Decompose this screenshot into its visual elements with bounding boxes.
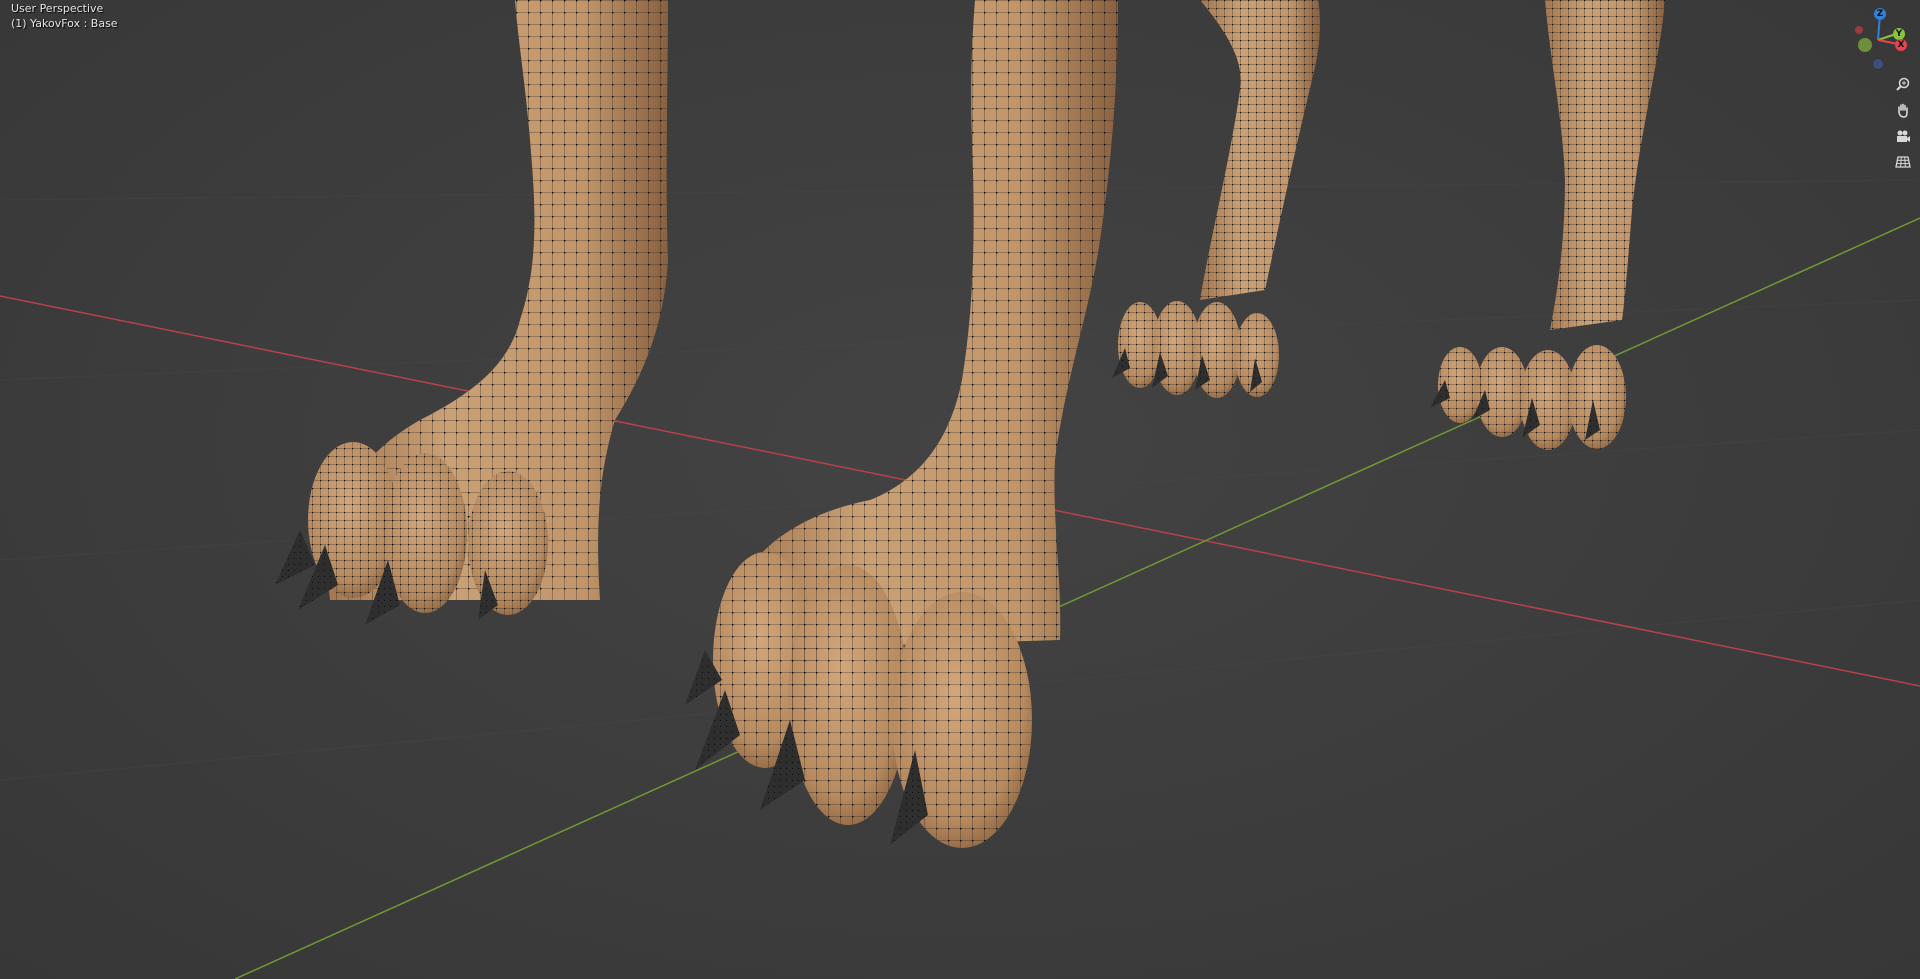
hand-icon[interactable] <box>1892 99 1914 121</box>
view-name-label: User Perspective <box>11 2 104 15</box>
camera-icon <box>1897 130 1910 142</box>
back-right-leg <box>1430 0 1665 450</box>
3d-viewport[interactable]: User Perspective (1) YakovFox : Base Z Y… <box>0 0 1920 979</box>
grid-icon <box>1895 156 1911 168</box>
gizmo-neg-y-icon[interactable] <box>1858 38 1872 52</box>
camera-icon[interactable] <box>1892 125 1914 147</box>
gizmo-x-icon[interactable]: X <box>1895 39 1907 51</box>
front-left-leg <box>275 0 668 625</box>
grid-icon[interactable] <box>1892 151 1914 173</box>
object-info-label: (1) YakovFox : Base <box>11 17 118 30</box>
gizmo-z-icon[interactable]: Z <box>1874 8 1886 20</box>
gizmo-neg-z-icon[interactable] <box>1873 59 1883 69</box>
scene-canvas[interactable] <box>0 0 1920 979</box>
gizmo-neg-x-icon[interactable] <box>1855 26 1863 34</box>
magnifier-icon <box>1896 77 1910 91</box>
front-right-leg <box>685 0 1118 848</box>
orientation-gizmo[interactable]: Z Y X <box>1838 4 1918 74</box>
magnifier-icon[interactable] <box>1892 73 1914 95</box>
hand-icon <box>1898 103 1908 118</box>
back-middle-leg <box>1112 0 1320 398</box>
